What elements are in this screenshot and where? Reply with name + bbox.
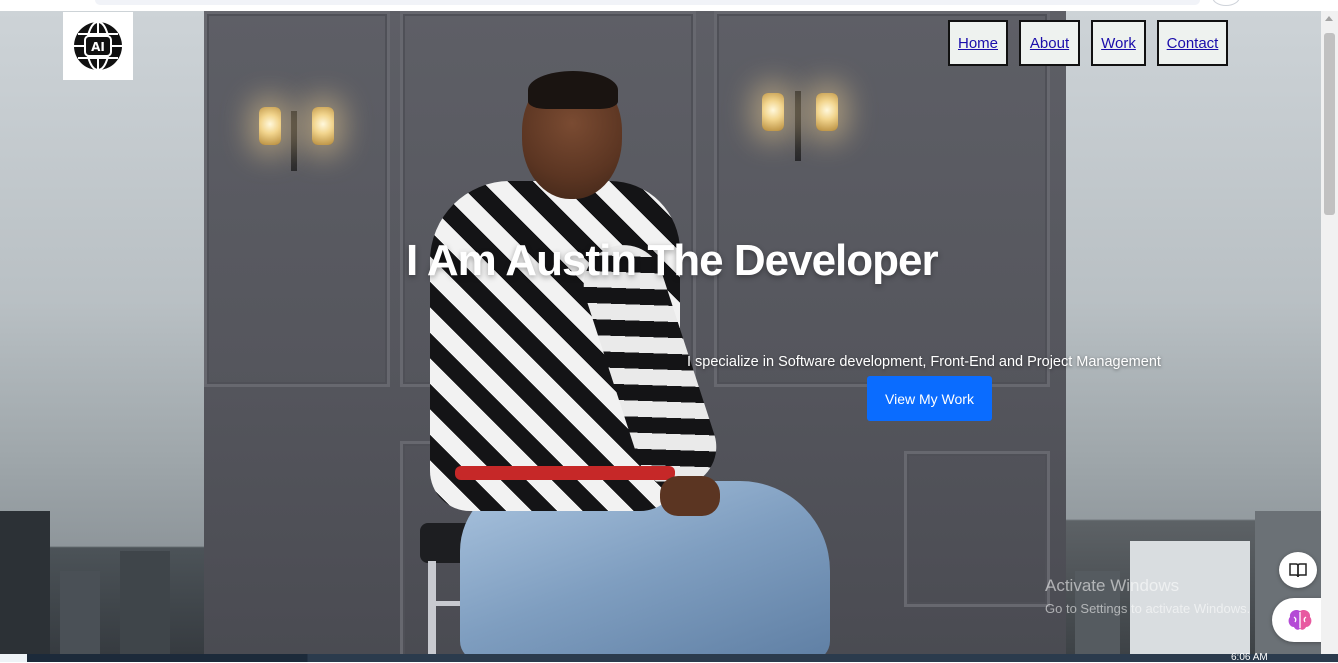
wall-panel <box>904 451 1050 607</box>
page-scrollbar[interactable] <box>1321 11 1338 654</box>
nav-work-link[interactable]: Work <box>1091 20 1146 66</box>
wall-lamp <box>312 107 334 145</box>
sconce-post <box>795 91 801 161</box>
reader-mode-icon <box>1289 563 1307 578</box>
stool-leg <box>428 561 436 654</box>
scroll-up-arrow-icon[interactable] <box>1325 16 1333 21</box>
ai-globe-icon: AI <box>74 21 122 71</box>
profile-button[interactable] <box>1212 0 1240 6</box>
nav-contact-link[interactable]: Contact <box>1157 20 1228 66</box>
skyscraper <box>1130 541 1250 654</box>
skyscraper <box>60 571 100 654</box>
skyscraper <box>0 511 50 654</box>
sweater-stripe <box>455 466 675 480</box>
browser-top-bar <box>0 0 1338 11</box>
wall-panel <box>204 11 390 387</box>
svg-text:AI: AI <box>91 40 105 54</box>
main-nav: Home About Work Contact <box>948 20 1228 66</box>
sconce-post <box>291 111 297 171</box>
person-hair <box>528 71 618 109</box>
person-hands <box>660 476 720 516</box>
wall-lamp <box>259 107 281 145</box>
address-bar[interactable] <box>95 0 1200 5</box>
wall-lamp <box>816 93 838 131</box>
view-my-work-button[interactable]: View My Work <box>867 376 992 421</box>
hero-title: I Am Austin The Developer <box>406 236 939 285</box>
site-logo[interactable]: AI <box>63 12 133 80</box>
os-taskbar <box>0 654 1338 662</box>
activation-watermark-subtitle: Go to Settings to activate Windows. <box>1045 601 1251 616</box>
scrollbar-thumb[interactable] <box>1324 33 1335 215</box>
reader-mode-button[interactable] <box>1279 552 1317 588</box>
skyscraper <box>120 551 170 654</box>
assistant-button[interactable] <box>1272 598 1328 642</box>
wall-lamp <box>762 93 784 131</box>
brain-icon <box>1288 609 1312 630</box>
wall-panel <box>714 11 1050 387</box>
page-viewport <box>0 11 1321 654</box>
nav-home-link[interactable]: Home <box>948 20 1008 66</box>
activation-watermark-title: Activate Windows <box>1045 576 1180 595</box>
hero-subtitle: I specialize in Software development, Fr… <box>687 354 1161 370</box>
nav-about-link[interactable]: About <box>1019 20 1080 66</box>
